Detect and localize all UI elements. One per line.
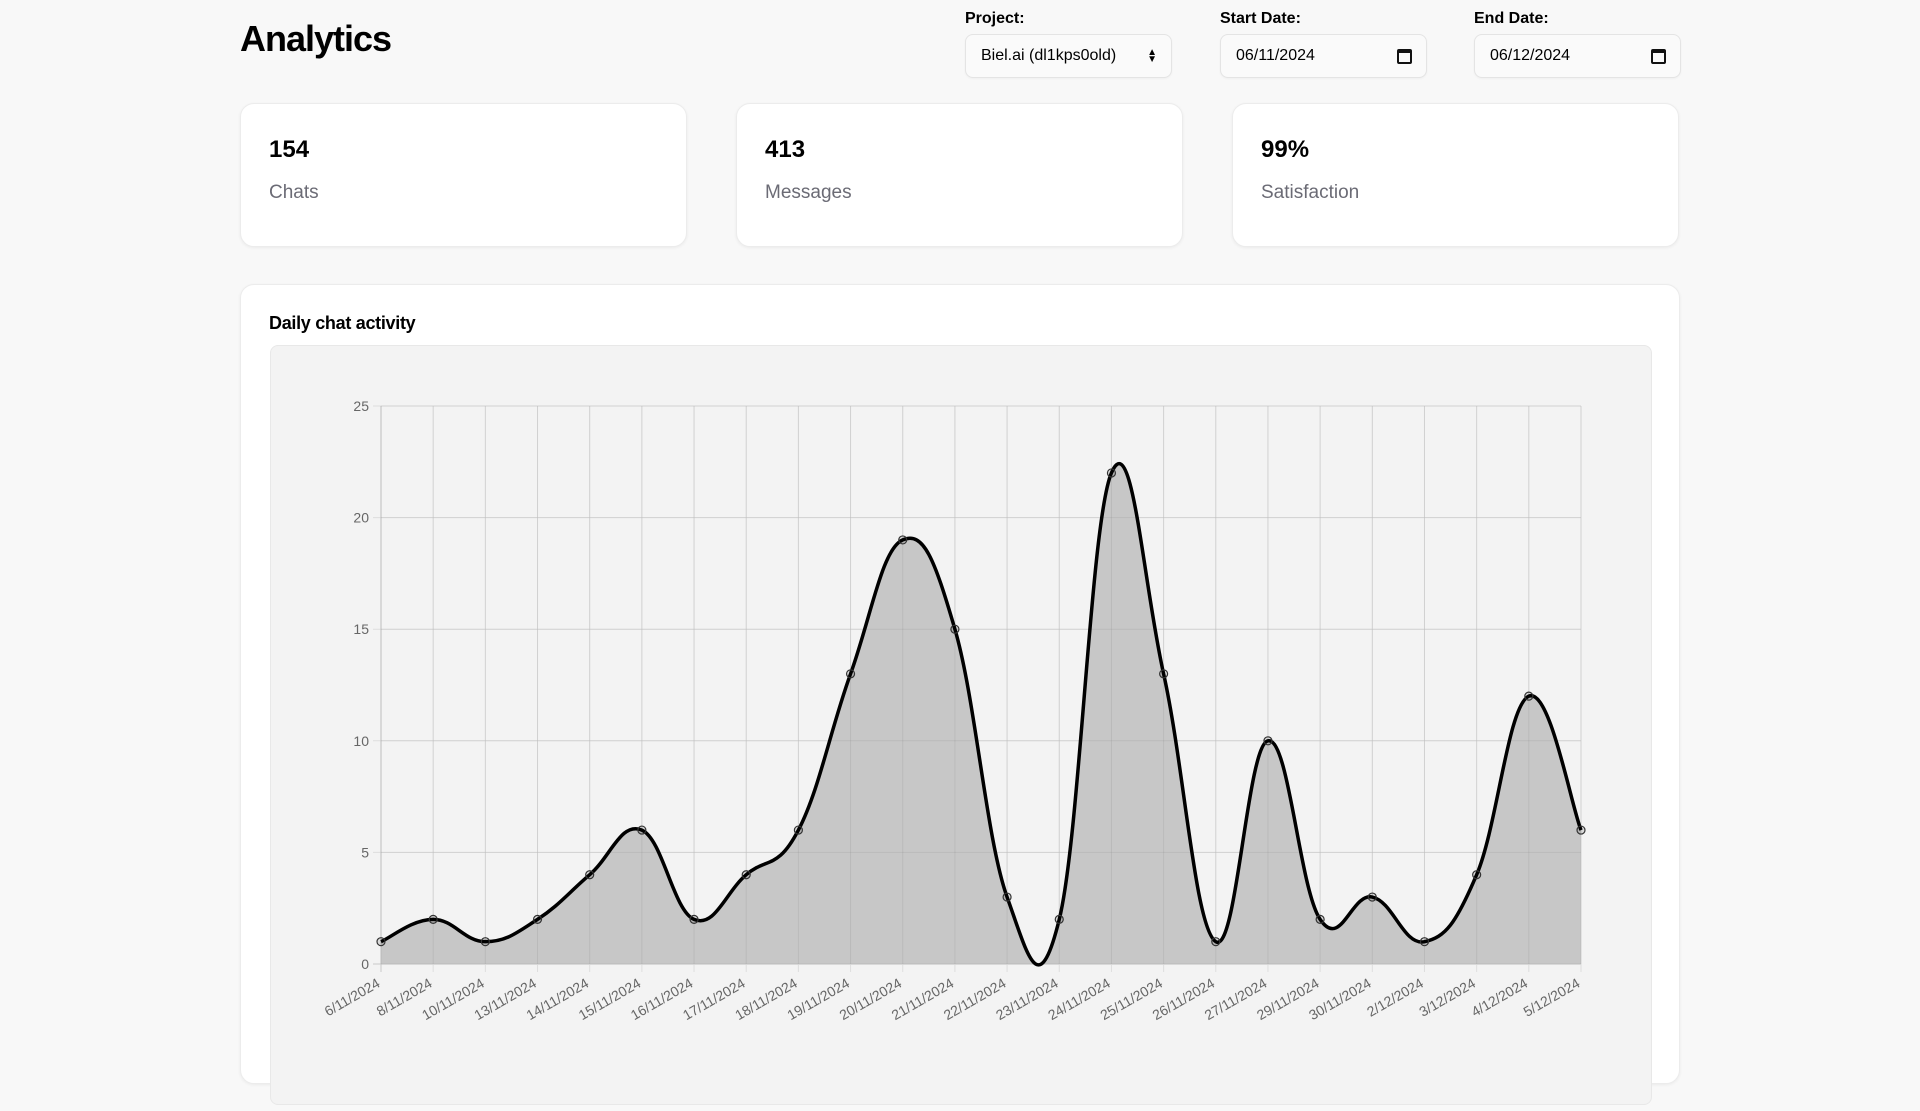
data-point: [428, 914, 438, 924]
start-date-value: 06/11/2024: [1236, 47, 1315, 64]
stat-label: Messages: [765, 182, 852, 203]
calendar-icon[interactable]: [1397, 48, 1412, 64]
x-tick-label: 4/12/2024: [1468, 975, 1530, 1020]
data-point: [480, 937, 490, 947]
data-point: [898, 535, 908, 545]
x-tick-label: 3/12/2024: [1416, 975, 1478, 1020]
area-fill: [381, 463, 1581, 965]
data-point: [1159, 669, 1169, 679]
data-point: [637, 825, 647, 835]
y-tick-label: 20: [353, 510, 369, 526]
end-date-value: 06/12/2024: [1490, 47, 1571, 64]
chart-title: Daily chat activity: [269, 313, 416, 333]
data-point: [1315, 914, 1325, 924]
project-select-value: Biel.ai (dl1kps0old): [981, 47, 1117, 64]
data-point: [1524, 691, 1534, 701]
data-point: [1263, 736, 1273, 746]
data-point: [950, 624, 960, 634]
stat-card-chats: 154 Chats: [240, 103, 687, 247]
y-tick-label: 5: [361, 844, 369, 860]
data-point: [585, 870, 595, 880]
y-tick-label: 25: [353, 398, 369, 414]
data-point: [532, 914, 543, 924]
data-point: [1002, 892, 1012, 902]
start-date-filter: Start Date: 06/11/2024: [1220, 10, 1427, 78]
data-point: [1367, 892, 1377, 902]
data-point: [845, 669, 856, 679]
stat-value: 99%: [1261, 136, 1310, 163]
calendar-icon[interactable]: [1651, 48, 1666, 64]
project-select[interactable]: Biel.ai (dl1kps0old) ▲ ▼: [965, 34, 1172, 78]
start-date-input[interactable]: 06/11/2024: [1220, 34, 1427, 78]
data-point: [1211, 937, 1221, 947]
project-filter: Project: Biel.ai (dl1kps0old) ▲ ▼: [965, 10, 1172, 78]
data-point: [793, 825, 803, 835]
data-point: [376, 937, 386, 947]
data-point: [1054, 914, 1064, 924]
data-point: [689, 914, 699, 924]
analytics-page: Analytics Project: Biel.ai (dl1kps0old) …: [240, 0, 1681, 1105]
stat-label: Chats: [269, 182, 319, 203]
select-arrows-icon: ▲ ▼: [1147, 47, 1157, 65]
chart-container: 0 5 10 15 20 25 6/11/2024 8/11/2024 10/11/2024 13…: [270, 345, 1652, 1105]
chart-panel: Daily chat activity 0 5 10 15 20 25 6/11/2024 8…: [240, 284, 1680, 1105]
data-point: [1419, 937, 1430, 947]
x-tick-label: 2/12/2024: [1364, 975, 1426, 1020]
stat-label: Satisfaction: [1261, 182, 1360, 203]
stat-card-messages: 413 Messages: [736, 103, 1183, 247]
page-title: Analytics: [240, 18, 392, 59]
end-date-input[interactable]: 06/12/2024: [1474, 34, 1681, 78]
end-date-filter: End Date: 06/12/2024: [1474, 10, 1681, 78]
data-point: [1576, 825, 1586, 835]
data-point: [1106, 468, 1117, 478]
daily-chat-activity-chart: 05101520256/11/20248/11/202410/11/202413…: [321, 398, 1586, 1023]
data-point: [741, 870, 751, 880]
stat-value: 413: [765, 136, 806, 163]
start-date-label: Start Date:: [1220, 10, 1301, 27]
x-tick-label: 6/11/2024: [321, 975, 382, 1020]
x-tick-label: 5/12/2024: [1521, 975, 1583, 1020]
y-tick-label: 0: [361, 956, 369, 972]
project-label: Project:: [965, 10, 1025, 27]
y-tick-label: 15: [353, 621, 369, 637]
data-point: [1472, 870, 1482, 880]
y-tick-label: 10: [353, 733, 369, 749]
stat-card-satisfaction: 99% Satisfaction: [1232, 103, 1679, 247]
end-date-label: End Date:: [1474, 10, 1549, 27]
stat-value: 154: [269, 136, 310, 163]
